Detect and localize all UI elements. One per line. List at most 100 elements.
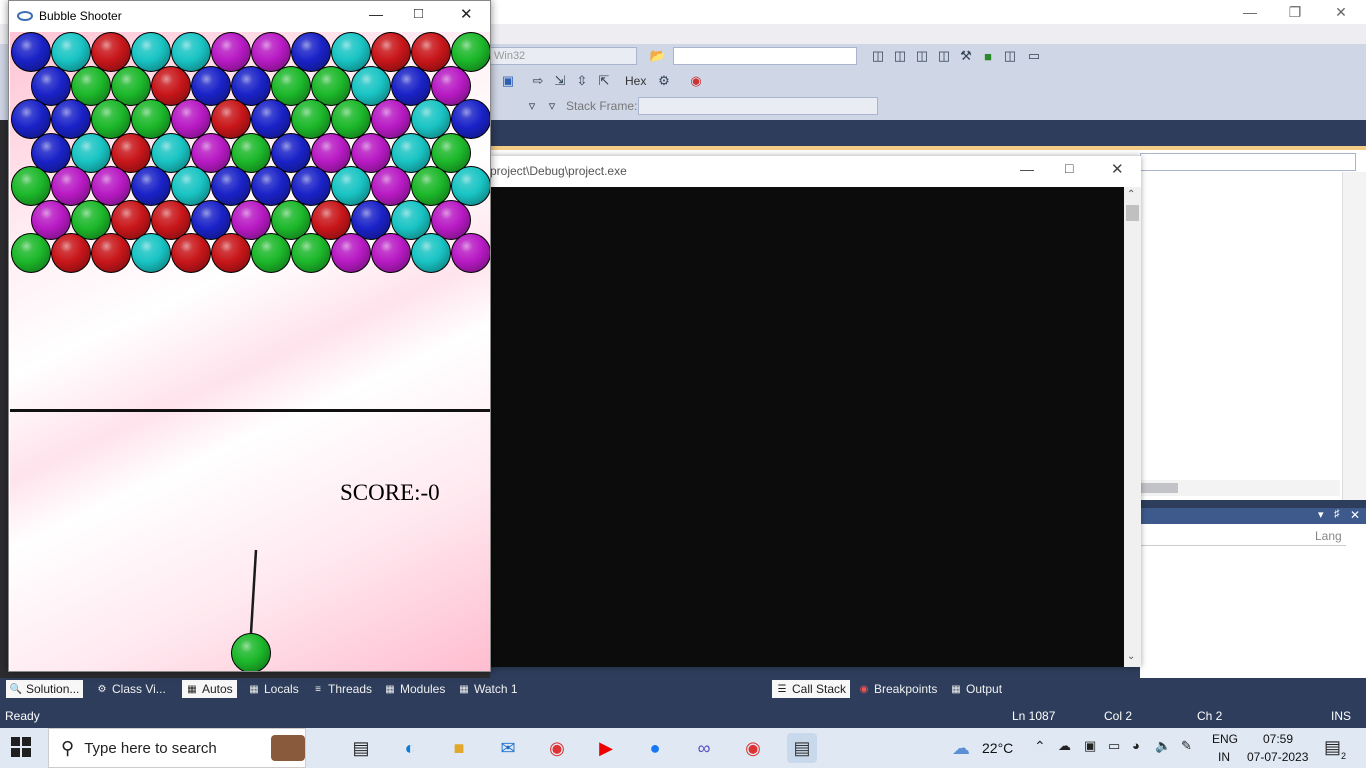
- aim-line: [249, 549, 258, 634]
- tab-breakpoints[interactable]: ◉ Breakpoints: [854, 680, 941, 698]
- console-output[interactable]: [490, 187, 1124, 667]
- scroll-down-icon[interactable]: ⌄: [1127, 651, 1135, 662]
- vs-restore-button[interactable]: ❐: [1272, 0, 1318, 24]
- pen-icon[interactable]: ✎: [1181, 738, 1192, 754]
- lang-column-header[interactable]: Lang: [1140, 527, 1346, 546]
- hex-button[interactable]: Hex: [625, 74, 646, 88]
- tab-output[interactable]: ▦ Output: [946, 680, 1006, 698]
- show-hidden-icons-icon[interactable]: ⌃: [1034, 738, 1046, 755]
- breakpoint-window-icon[interactable]: ◉: [686, 72, 706, 90]
- modules-icon: ▦: [385, 683, 395, 695]
- game-title: Bubble Shooter: [39, 9, 122, 23]
- tab-locals[interactable]: ▦ Locals: [244, 680, 303, 698]
- toolbar-icon-5[interactable]: ■: [978, 47, 998, 65]
- notifications-icon[interactable]: ▤: [1324, 737, 1341, 758]
- step-out-icon[interactable]: ⇱: [594, 72, 614, 90]
- weather-icon[interactable]: ☁: [946, 733, 976, 763]
- locals-icon: ▦: [249, 683, 259, 695]
- chrome-icon[interactable]: ◉: [542, 733, 572, 763]
- step-into-icon[interactable]: ⇲: [550, 72, 570, 90]
- console-scrollbar[interactable]: ⌃ ⌄: [1124, 187, 1141, 667]
- panel-close-icon[interactable]: ✕: [1350, 508, 1360, 522]
- bubble-shooter-window: Bubble Shooter — □ ✕ SCORE:-0: [8, 0, 491, 672]
- console-title: project\Debug\project.exe: [490, 164, 627, 178]
- game-minimize-button[interactable]: —: [369, 6, 383, 22]
- tab-threads[interactable]: ≡ Threads: [308, 680, 376, 698]
- battery-icon[interactable]: ▭: [1108, 738, 1120, 754]
- console-maximize-button[interactable]: □: [1065, 160, 1073, 176]
- tools-icon[interactable]: ⚒: [956, 47, 976, 65]
- tab-call-stack[interactable]: ☰ Call Stack: [772, 680, 851, 698]
- platform-combo[interactable]: Win32: [490, 47, 637, 65]
- game-canvas[interactable]: SCORE:-0: [10, 32, 490, 671]
- tab-label: Class Vi...: [112, 682, 166, 696]
- threads-toolbar-icon[interactable]: ⚙: [654, 72, 674, 90]
- edge-icon[interactable]: ◐: [395, 733, 425, 763]
- stack-frame-label: Stack Frame:: [566, 99, 638, 113]
- tab-class-view[interactable]: ⚙ Class Vi...: [92, 680, 170, 698]
- editor-hscroll[interactable]: [1140, 480, 1340, 496]
- toolbar-icon-6[interactable]: ◫: [1000, 47, 1020, 65]
- start-button[interactable]: [10, 736, 36, 762]
- output-icon: ▦: [951, 683, 961, 695]
- console-app-icon[interactable]: ▤: [787, 733, 817, 763]
- toolbar-icon-2[interactable]: ◫: [890, 47, 910, 65]
- stack-frame-combo[interactable]: [638, 97, 878, 115]
- clock-time[interactable]: 07:59: [1263, 732, 1293, 746]
- youtube-icon[interactable]: ▶: [591, 733, 621, 763]
- facebook-icon[interactable]: ●: [640, 733, 670, 763]
- show-next-icon[interactable]: ⇨: [528, 72, 548, 90]
- visual-studio-icon[interactable]: ∞: [689, 733, 719, 763]
- notification-count: 2: [1341, 751, 1347, 761]
- members-combo[interactable]: [1140, 153, 1356, 171]
- app-icon: [17, 11, 33, 21]
- panel-menu-icon[interactable]: ▾: [1318, 508, 1324, 521]
- step-over-icon[interactable]: ⇳: [572, 72, 592, 90]
- step-icon[interactable]: ▣: [498, 72, 518, 90]
- tab-label: Breakpoints: [874, 682, 938, 696]
- toolbar-icon-3[interactable]: ◫: [912, 47, 932, 65]
- file-explorer-icon[interactable]: ■: [444, 733, 474, 763]
- threads-icon: ≡: [315, 683, 321, 695]
- toolbar-icon-4[interactable]: ◫: [934, 47, 954, 65]
- class-view-icon: ⚙: [97, 683, 107, 695]
- task-view-icon[interactable]: ▤: [346, 733, 376, 763]
- game-maximize-button[interactable]: □: [414, 5, 423, 22]
- editor-hscroll-thumb[interactable]: [1140, 483, 1178, 493]
- pin-icon[interactable]: ♯: [1334, 508, 1340, 520]
- mail-icon[interactable]: ✉: [493, 733, 523, 763]
- chrome-profile-icon[interactable]: ◉: [738, 733, 768, 763]
- volume-icon[interactable]: 🔈: [1155, 738, 1171, 754]
- scroll-up-icon[interactable]: ⌃: [1127, 189, 1135, 200]
- clock-date[interactable]: 07-07-2023: [1247, 750, 1308, 764]
- game-close-button[interactable]: ✕: [460, 5, 473, 23]
- open-folder-icon[interactable]: 📂: [648, 47, 668, 65]
- tab-solution-explorer[interactable]: 🔍 Solution...: [6, 680, 84, 698]
- onedrive-icon[interactable]: ☁: [1058, 738, 1071, 754]
- tab-watch-1[interactable]: ▦ Watch 1: [454, 680, 522, 698]
- language-indicator[interactable]: ENG: [1212, 732, 1238, 746]
- tab-autos[interactable]: ▦ Autos: [182, 680, 237, 698]
- filter2-icon[interactable]: ▿: [542, 97, 562, 115]
- region-indicator[interactable]: IN: [1218, 750, 1230, 764]
- meet-icon[interactable]: ▣: [1084, 738, 1096, 754]
- output-panel-header: ▾ ♯ ✕: [1140, 508, 1366, 524]
- console-minimize-button[interactable]: —: [1020, 161, 1034, 177]
- vs-close-button[interactable]: ✕: [1318, 0, 1364, 24]
- console-scroll-thumb[interactable]: [1126, 205, 1139, 221]
- tab-label: Output: [966, 682, 1003, 696]
- filter-icon[interactable]: ▿: [522, 97, 542, 115]
- vs-minimize-button[interactable]: —: [1227, 0, 1273, 24]
- status-text: Ready: [5, 709, 40, 723]
- line-number: Ln 1087: [1012, 709, 1056, 723]
- editor-vscroll[interactable]: [1342, 172, 1366, 500]
- toolbar-icon-1[interactable]: ◫: [868, 47, 888, 65]
- search-icon: ⚲: [61, 737, 75, 758]
- taskbar-search-box[interactable]: ⚲ Type here to search: [48, 728, 306, 768]
- command-window-icon[interactable]: ▭: [1024, 47, 1044, 65]
- network-icon[interactable]: ◕: [1132, 738, 1140, 753]
- console-close-button[interactable]: ✕: [1111, 160, 1124, 178]
- tab-modules[interactable]: ▦ Modules: [380, 680, 449, 698]
- search-highlight-image: [271, 735, 305, 761]
- find-combo[interactable]: [673, 47, 857, 65]
